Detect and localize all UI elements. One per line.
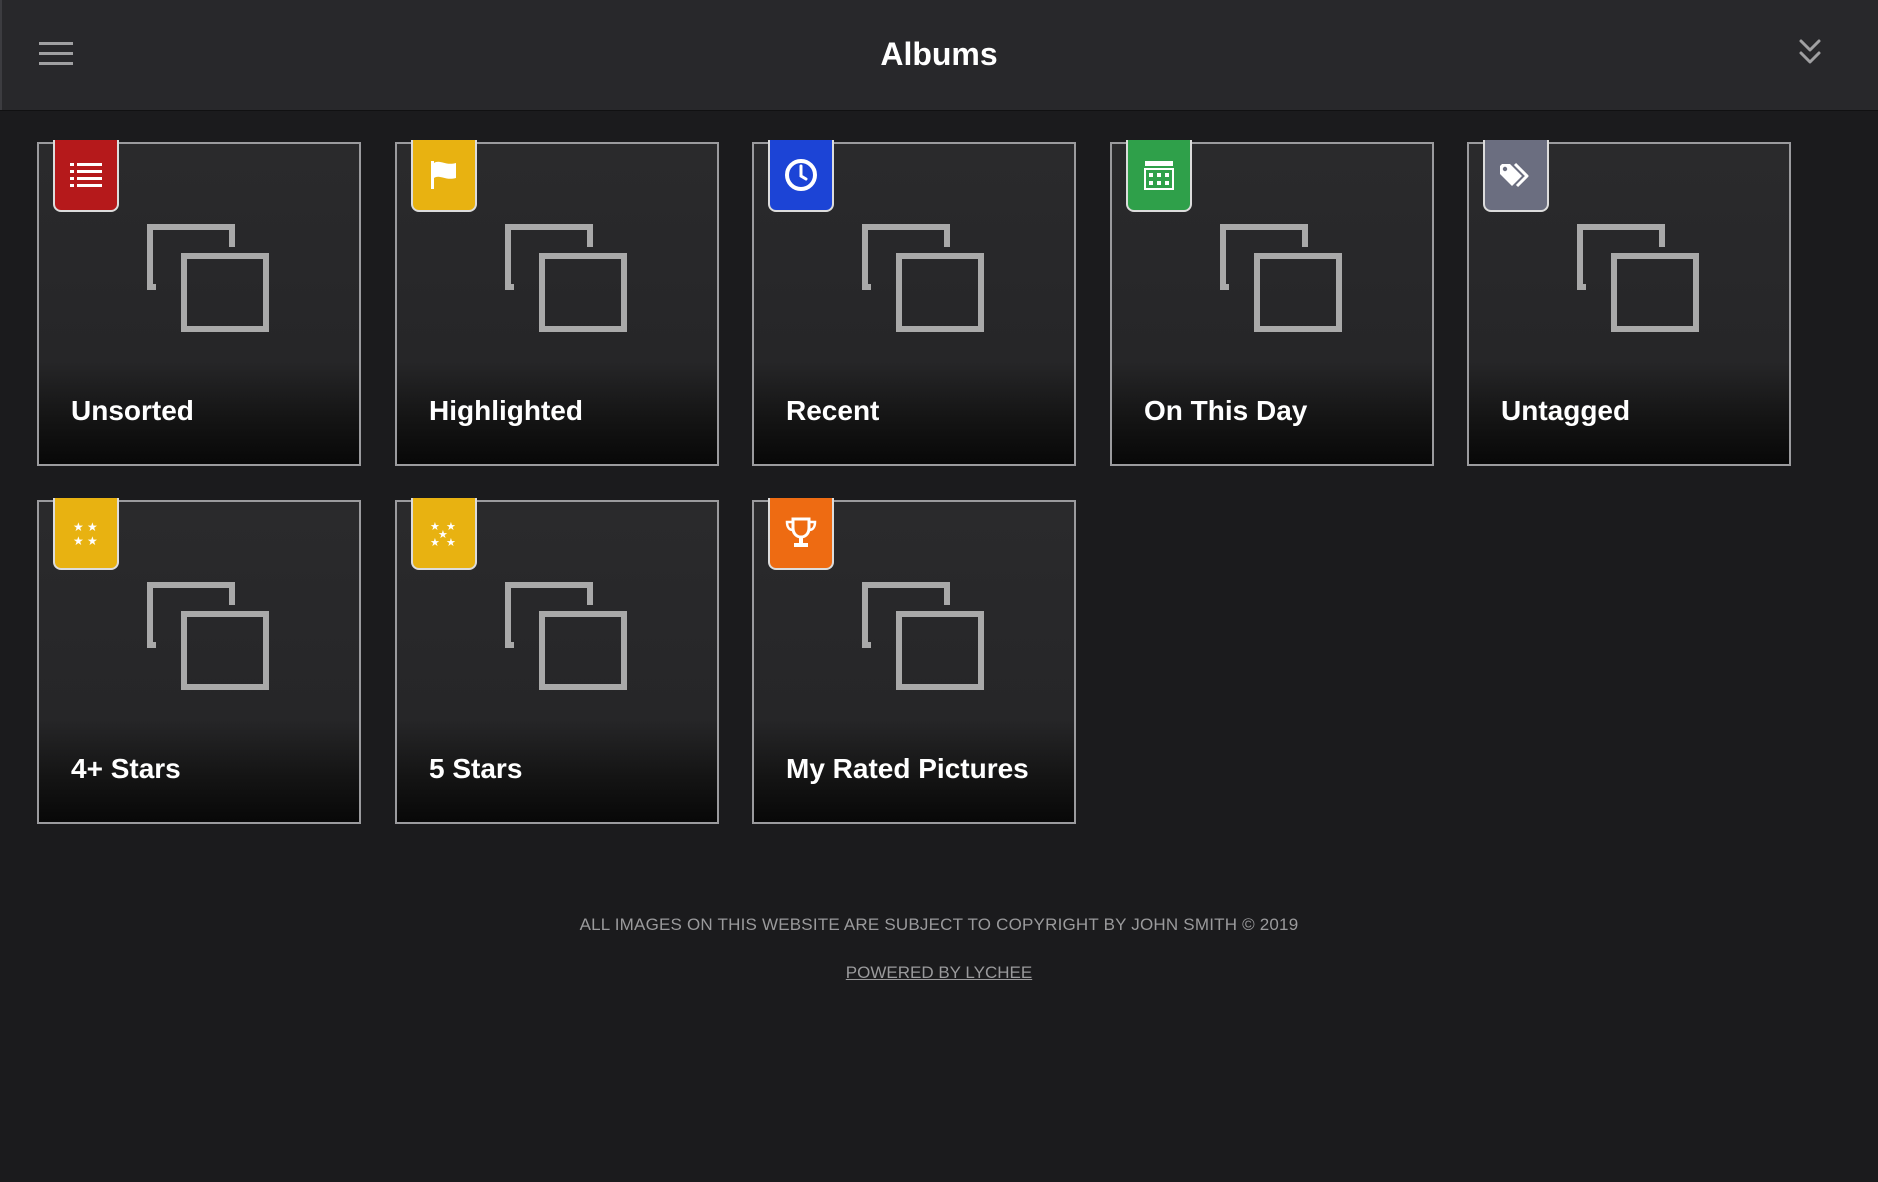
album-title: Recent (786, 395, 880, 426)
list-icon (70, 163, 102, 187)
clock-icon (785, 159, 817, 191)
album-title: Untagged (1501, 395, 1631, 426)
album-badge (1483, 140, 1549, 212)
album-on-this-day[interactable]: On This Day (1110, 140, 1434, 466)
album-badge: ★ ★ ★ ★ (53, 498, 119, 570)
albums-page: Albums Unsorted Highlighted Recent On Th… (0, 0, 1878, 1182)
four-stars-icon: ★ ★ ★ ★ (73, 520, 98, 548)
svg-text:★: ★ (73, 534, 84, 548)
album-badge (768, 498, 834, 570)
double-chevron-down-icon (1799, 39, 1821, 64)
tags-icon (1500, 162, 1529, 188)
album-title: On This Day (1144, 395, 1308, 426)
album-badge (768, 140, 834, 212)
calendar-icon (1144, 161, 1174, 190)
album-title: 4+ Stars (71, 753, 181, 784)
flag-icon (431, 161, 456, 189)
album-title: Highlighted (429, 395, 583, 426)
album-badge (411, 140, 477, 212)
album-placeholder-icon (147, 582, 269, 690)
album-placeholder-icon (505, 582, 627, 690)
album-badge (1126, 140, 1192, 212)
five-stars-icon: ★ ★ ★ ★ ★ (430, 520, 456, 549)
album-placeholder-icon (505, 224, 627, 332)
svg-text:★: ★ (87, 534, 98, 548)
svg-text:★: ★ (446, 536, 456, 549)
svg-text:★: ★ (73, 520, 84, 534)
album-highlighted[interactable]: Highlighted (395, 140, 719, 466)
album-badge (53, 140, 119, 212)
album-title: My Rated Pictures (786, 753, 1029, 784)
album-placeholder-icon (862, 224, 984, 332)
album-five-stars[interactable]: ★ ★ ★ ★ ★ 5 Stars (395, 498, 719, 824)
powered-by-link[interactable]: POWERED BY LYCHEE (846, 963, 1032, 982)
album-badge: ★ ★ ★ ★ ★ (411, 498, 477, 570)
svg-text:★: ★ (430, 536, 440, 549)
album-title: Unsorted (71, 395, 194, 426)
copyright-text: ALL IMAGES ON THIS WEBSITE ARE SUBJECT T… (579, 915, 1299, 934)
album-recent[interactable]: Recent (752, 140, 1076, 466)
header-bar: Albums (0, 0, 1878, 110)
powered-by: POWERED BY LYCHEE (0, 962, 1878, 984)
album-placeholder-icon (862, 582, 984, 690)
album-four-plus-stars[interactable]: ★ ★ ★ ★ 4+ Stars (37, 498, 361, 824)
album-placeholder-icon (147, 224, 269, 332)
album-title: 5 Stars (429, 753, 523, 784)
album-placeholder-icon (1220, 224, 1342, 332)
album-my-rated-pictures[interactable]: My Rated Pictures (752, 498, 1076, 824)
svg-text:★: ★ (87, 520, 98, 534)
collapse-button[interactable] (1792, 36, 1828, 72)
album-unsorted[interactable]: Unsorted (37, 140, 361, 466)
page-title: Albums (880, 36, 998, 72)
trophy-icon (785, 517, 817, 547)
album-untagged[interactable]: Untagged (1467, 140, 1791, 466)
album-placeholder-icon (1577, 224, 1699, 332)
